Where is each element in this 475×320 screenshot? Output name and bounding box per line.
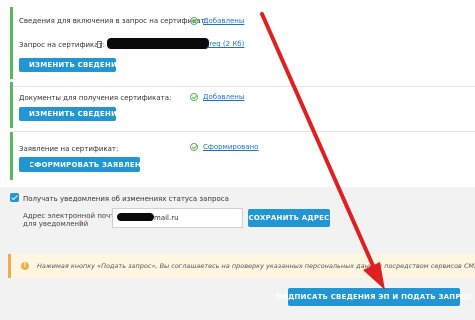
form-application-button[interactable]: СФОРМИРОВАТЬ ЗАЯВЛЕНИЕ [19, 157, 152, 172]
save-email-button-label: СОХРАНИТЬ АДРЕС [248, 214, 330, 222]
documents-label: Документы для получения сертификата: [19, 94, 172, 102]
check-circle-icon [190, 93, 198, 101]
pencil-icon [23, 64, 25, 66]
consent-notice-text: Нажимая кнопку «Подать запрос», Вы согла… [37, 262, 475, 270]
pencil-icon [23, 113, 25, 115]
email-label-line1: Адрес электронной почты [23, 212, 120, 220]
edit-documents-button-label: ИЗМЕНИТЬ СВЕДЕНИЯ [29, 110, 123, 118]
application-section [10, 132, 475, 180]
sign-and-submit-button-label: ПОДПИСАТЬ СВЕДЕНИЯ ЭП И ПОДАТЬ ЗАПРОС [275, 293, 473, 301]
check-circle-icon [190, 143, 198, 151]
redacted-file-name [107, 38, 209, 49]
redacted-email-user [117, 213, 154, 221]
application-label: Заявление на сертификат: [19, 145, 119, 153]
edit-documents-button[interactable]: ИЗМЕНИТЬ СВЕДЕНИЯ [19, 107, 122, 121]
request-file-link[interactable]: .req (2 Кб) [207, 40, 244, 48]
check-circle-icon [190, 17, 198, 25]
notifications-checkbox[interactable] [10, 193, 19, 202]
sign-and-submit-button[interactable]: ПОДПИСАТЬ СВЕДЕНИЯ ЭП И ПОДАТЬ ЗАПРОС [276, 288, 472, 306]
documents-section [10, 82, 475, 128]
form-application-button-label: СФОРМИРОВАТЬ ЗАЯВЛЕНИЕ [29, 160, 152, 169]
file-icon [97, 41, 102, 48]
documents-status-link[interactable]: Добавлены [203, 93, 244, 101]
edit-cert-info-button-label: ИЗМЕНИТЬ СВЕДЕНИЯ [29, 61, 123, 69]
notifications-checkbox-label: Получать уведомления об изменениях стату… [23, 195, 229, 203]
cert-request-status-link[interactable]: Добавлены [203, 17, 244, 25]
file-label: Запрос на сертификат: [19, 41, 105, 49]
edit-cert-info-button[interactable]: ИЗМЕНИТЬ СВЕДЕНИЯ [19, 58, 122, 72]
save-email-button[interactable]: СОХРАНИТЬ АДРЕС [248, 209, 330, 227]
cert-request-label: Сведения для включения в запрос на серти… [19, 17, 208, 25]
required-mark: * [79, 219, 83, 227]
application-status-link[interactable]: Сформировано [203, 143, 258, 151]
consent-notice: ! Нажимая кнопку «Подать запрос», Вы сог… [8, 254, 475, 278]
request-panel: Сведения для включения в запрос на серти… [0, 0, 475, 187]
warning-icon: ! [21, 262, 29, 270]
